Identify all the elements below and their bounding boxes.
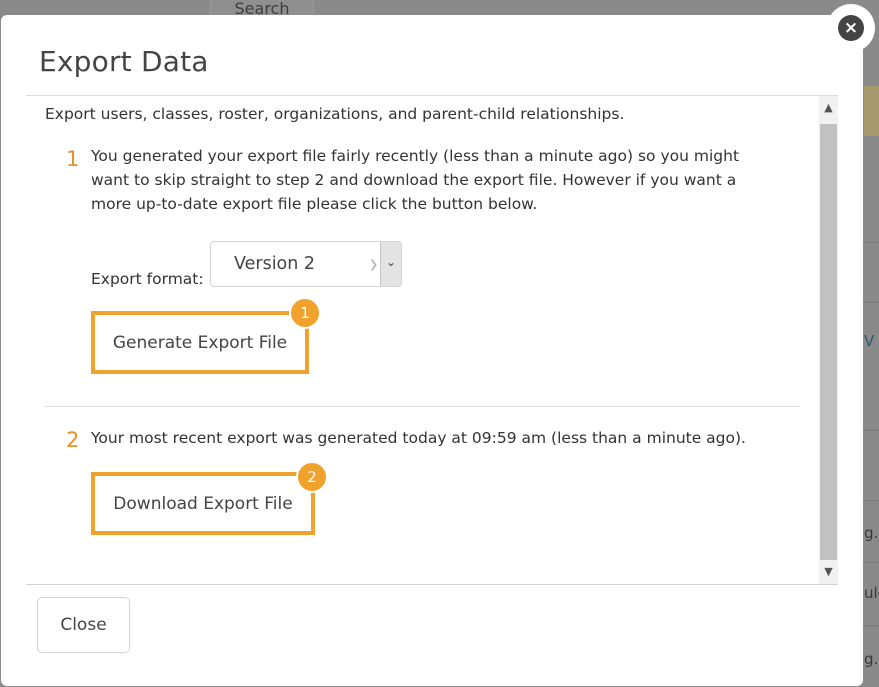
background-text-fragment: g.c — [864, 524, 879, 542]
select-dropdown-toggle[interactable]: ⌄ — [380, 242, 401, 286]
background-divider — [863, 430, 879, 431]
dialog-title: Export Data — [39, 45, 209, 78]
background-divider — [863, 242, 879, 243]
background-divider — [863, 302, 879, 303]
chevron-down-icon[interactable]: ▼ — [819, 560, 838, 584]
footer-divider — [26, 584, 838, 585]
generate-export-file-button[interactable]: Generate Export File — [91, 311, 309, 374]
chevron-down-icon: ❯ — [369, 258, 379, 271]
step-2-number: 2 — [66, 428, 80, 452]
dialog-close-button[interactable]: × — [827, 4, 875, 52]
background-divider — [863, 500, 879, 501]
background-text-fragment: ule — [864, 584, 879, 602]
section-divider — [45, 406, 800, 407]
export-format-label: Export format: — [91, 270, 204, 288]
background-highlight — [864, 86, 879, 136]
export-format-select[interactable]: Version 2 ❯ ⌄ — [210, 241, 402, 287]
background-divider — [863, 562, 879, 563]
intro-text: Export users, classes, roster, organizat… — [45, 105, 625, 123]
chevron-down-icon: ⌄ — [386, 255, 397, 269]
step-1-badge: 1 — [289, 297, 321, 329]
background-text-fragment: V — [864, 332, 875, 350]
step-2-description: Your most recent export was generated to… — [91, 429, 746, 447]
dialog-body: Export users, classes, roster, organizat… — [26, 96, 838, 584]
download-export-file-button[interactable]: Download Export File — [91, 472, 315, 535]
export-format-value: Version 2 — [234, 254, 316, 274]
background-divider — [863, 625, 879, 626]
background-text-fragment: g.c — [864, 650, 879, 668]
close-button[interactable]: Close — [37, 597, 130, 653]
dialog-scrollbar[interactable]: ▲ ▼ — [819, 96, 838, 584]
scrollbar-thumb[interactable] — [820, 124, 837, 560]
step-1-description: You generated your export file fairly re… — [91, 147, 740, 213]
close-icon: × — [838, 15, 864, 41]
export-data-dialog: Export Data Export users, classes, roste… — [1, 15, 863, 686]
step-2-badge: 2 — [296, 461, 328, 493]
step-1-number: 1 — [66, 147, 80, 171]
chevron-up-icon[interactable]: ▲ — [819, 96, 838, 120]
